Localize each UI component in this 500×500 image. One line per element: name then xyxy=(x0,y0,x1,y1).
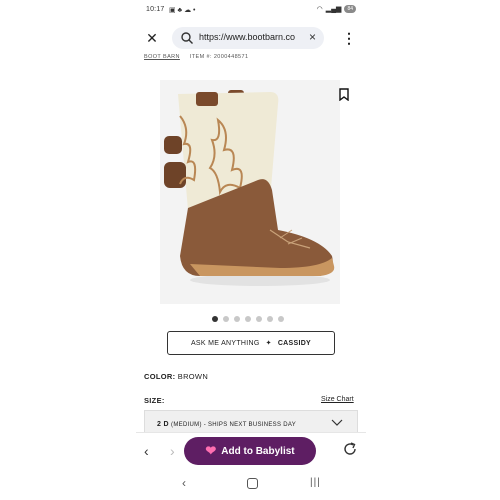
signal-icon: ▂▄▆ xyxy=(325,6,342,13)
color-label: COLOR: xyxy=(144,372,176,381)
ask-me-anything-button[interactable]: ASK ME ANYTHING ✦ CASSIDY xyxy=(167,331,335,355)
add-to-babylist-button[interactable]: ❤ Add to Babylist xyxy=(184,437,316,465)
carousel-dot[interactable] xyxy=(223,316,229,322)
wifi-icon: ◠ xyxy=(316,6,323,13)
carousel-dot[interactable] xyxy=(245,316,251,322)
sparkle-icon: ✦ xyxy=(265,340,272,347)
image-carousel-dots xyxy=(212,316,284,322)
system-nav-bar: ‹ ||| xyxy=(136,470,366,500)
system-back-icon[interactable]: ‹ xyxy=(182,476,186,490)
search-icon xyxy=(181,32,193,44)
carousel-dot[interactable] xyxy=(212,316,218,322)
url-text[interactable]: https://www.bootbarn.co xyxy=(199,32,299,42)
status-time: 10:17 xyxy=(146,6,165,13)
system-home-icon[interactable] xyxy=(247,478,258,489)
breadcrumb: BOOT BARN ITEM #: 2000448571 xyxy=(144,54,248,60)
battery-icon: 84 xyxy=(344,5,356,13)
kebab-icon[interactable]: ⋮ xyxy=(342,29,356,47)
product-image[interactable] xyxy=(160,80,340,304)
size-detail: (MEDIUM) - SHIPS NEXT BUSINESS DAY xyxy=(171,422,297,428)
brand-link[interactable]: BOOT BARN xyxy=(144,54,180,60)
size-chart-link[interactable]: Size Chart xyxy=(321,396,354,403)
carousel-dot[interactable] xyxy=(278,316,284,322)
system-recents-icon[interactable]: ||| xyxy=(310,477,321,488)
assistant-name: CASSIDY xyxy=(277,339,312,347)
status-right: ◠ ▂▄▆ 84 xyxy=(317,5,356,13)
notification-icons: ▣ ♣ ☁ • xyxy=(169,7,196,14)
clear-url-icon[interactable]: × xyxy=(309,30,316,44)
status-bar: 10:17 ▣ ♣ ☁ • ◠ ▂▄▆ 84 xyxy=(136,0,366,20)
phone-screen: 10:17 ▣ ♣ ☁ • ◠ ▂▄▆ 84 ✕ https://www.boo… xyxy=(136,0,366,500)
back-arrow-icon[interactable]: ‹ xyxy=(144,443,149,459)
color-value: BROWN xyxy=(177,372,209,381)
heart-icon: ❤ xyxy=(205,443,217,458)
close-icon[interactable]: ✕ xyxy=(144,30,160,46)
forward-arrow-icon[interactable]: › xyxy=(170,443,175,459)
bookmark-icon[interactable] xyxy=(338,88,350,101)
bottom-toolbar: ‹ › ❤ Add to Babylist xyxy=(136,432,366,469)
size-selected: 2 D xyxy=(157,421,169,428)
chevron-down-icon xyxy=(331,419,343,426)
color-row: COLOR: BROWN xyxy=(144,372,208,381)
url-bar[interactable]: https://www.bootbarn.co × xyxy=(172,27,324,49)
ask-label: ASK ME ANYTHING xyxy=(190,339,260,347)
item-number: ITEM #: 2000448571 xyxy=(189,54,249,60)
size-selected-text: 2 D (MEDIUM) - SHIPS NEXT BUSINESS DAY xyxy=(157,421,296,428)
babylist-label: Add to Babylist xyxy=(221,445,295,457)
reload-icon[interactable] xyxy=(342,441,358,457)
carousel-dot[interactable] xyxy=(267,316,273,322)
browser-toolbar: ✕ https://www.bootbarn.co × ⋮ xyxy=(136,24,366,54)
carousel-dot[interactable] xyxy=(256,316,262,322)
carousel-dot[interactable] xyxy=(234,316,240,322)
size-label: SIZE: xyxy=(144,396,165,405)
